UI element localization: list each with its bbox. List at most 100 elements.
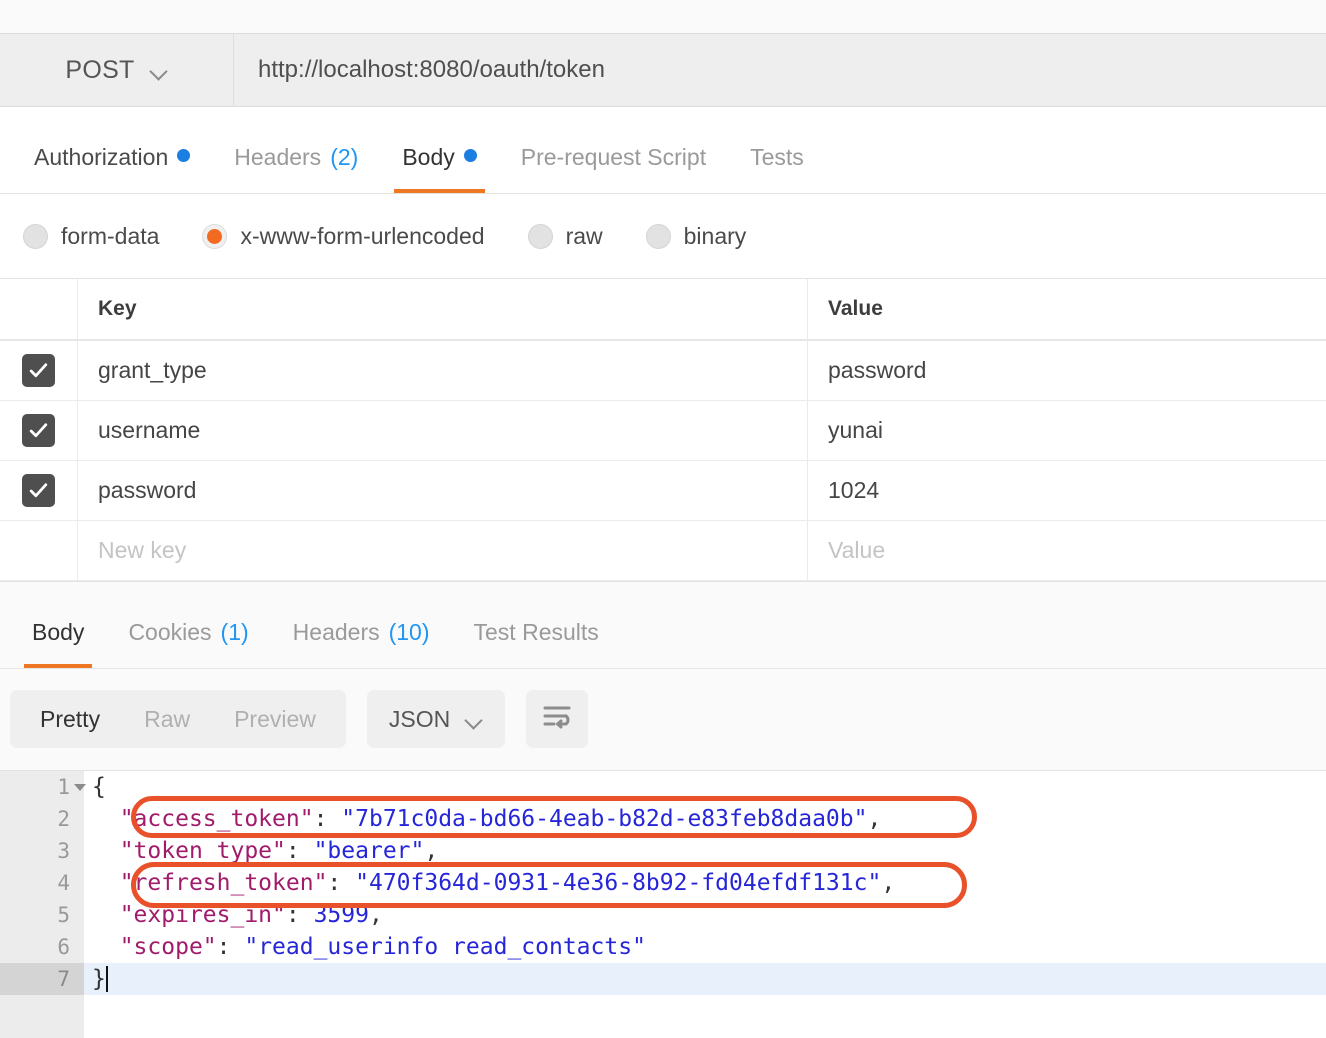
radio-x-www-form-urlencoded[interactable]: x-www-form-urlencoded bbox=[202, 223, 484, 250]
table-header-row: Key Value bbox=[0, 279, 1326, 341]
code-token: : bbox=[286, 902, 314, 928]
response-tab-cookies-label: Cookies bbox=[128, 619, 211, 646]
radio-form-data-label: form-data bbox=[61, 223, 159, 250]
code-token-key: "scope" bbox=[120, 934, 217, 960]
response-tab-headers-label: Headers bbox=[293, 619, 380, 646]
radio-binary[interactable]: binary bbox=[646, 223, 747, 250]
line-number: 5 bbox=[0, 899, 84, 931]
code-token-key: "access_token" bbox=[120, 806, 314, 832]
row-key-input[interactable]: password bbox=[78, 461, 808, 520]
tab-headers[interactable]: Headers (2) bbox=[212, 144, 380, 193]
code-token: : bbox=[327, 870, 355, 896]
body-type-radio-group: form-data x-www-form-urlencoded raw bina… bbox=[0, 194, 1326, 279]
new-key-input[interactable]: New key bbox=[78, 521, 808, 580]
code-token-number: 3599 bbox=[314, 902, 369, 928]
code-token-value: "470f364d-0931-4e36-8b92-fd04efdf131c" bbox=[355, 870, 881, 896]
view-mode-pretty[interactable]: Pretty bbox=[18, 690, 122, 748]
line-number: 2 bbox=[0, 803, 84, 835]
chevron-down-icon bbox=[151, 65, 168, 75]
code-token-value: "bearer" bbox=[314, 838, 425, 864]
word-wrap-icon bbox=[542, 704, 572, 735]
column-header-key: Key bbox=[78, 279, 808, 339]
row-value-input[interactable]: 1024 bbox=[808, 461, 1326, 520]
row-checkbox-cell bbox=[0, 401, 78, 460]
radio-unselected-icon bbox=[23, 224, 48, 249]
code-token: , bbox=[424, 838, 438, 864]
new-value-input[interactable]: Value bbox=[808, 521, 1326, 580]
response-tab-cookies-count: (1) bbox=[221, 619, 249, 646]
tab-pre-request-script[interactable]: Pre-request Script bbox=[499, 144, 728, 193]
http-method-label: POST bbox=[65, 56, 134, 85]
radio-unselected-icon bbox=[646, 224, 671, 249]
tab-pre-request-script-label: Pre-request Script bbox=[521, 144, 706, 171]
view-mode-segmented-control: Pretty Raw Preview bbox=[10, 690, 346, 748]
row-checkbox-checked-icon[interactable] bbox=[22, 474, 55, 507]
request-tabs: Authorization Headers (2) Body Pre-reque… bbox=[0, 107, 1326, 194]
line-number: 3 bbox=[0, 835, 84, 867]
code-token-key: "refresh_token" bbox=[120, 870, 328, 896]
line-number: 4 bbox=[0, 867, 84, 899]
tab-tests-label: Tests bbox=[750, 144, 804, 171]
row-value-input[interactable]: password bbox=[808, 341, 1326, 400]
row-checkbox-cell bbox=[0, 461, 78, 520]
tab-body[interactable]: Body bbox=[380, 144, 498, 193]
table-row: username yunai bbox=[0, 401, 1326, 461]
view-mode-preview[interactable]: Preview bbox=[212, 690, 338, 748]
new-row-checkbox-cell bbox=[0, 521, 78, 580]
chevron-down-icon bbox=[466, 714, 483, 724]
code-token-value: "read_userinfo read_contacts" bbox=[244, 934, 646, 960]
code-line-5: "expires_in": 3599, bbox=[84, 899, 1326, 931]
url-input[interactable]: http://localhost:8080/oauth/token bbox=[234, 34, 1326, 106]
row-value-input[interactable]: yunai bbox=[808, 401, 1326, 460]
code-line-4: "refresh_token": "470f364d-0931-4e36-8b9… bbox=[84, 867, 1326, 899]
response-tab-body[interactable]: Body bbox=[10, 619, 106, 668]
authorization-status-dot-icon bbox=[177, 149, 190, 162]
radio-form-data[interactable]: form-data bbox=[23, 223, 159, 250]
tab-headers-count: (2) bbox=[330, 144, 358, 171]
row-checkbox-checked-icon[interactable] bbox=[22, 354, 55, 387]
tab-headers-label: Headers bbox=[234, 144, 321, 171]
code-token: , bbox=[867, 806, 881, 832]
table-new-row: New key Value bbox=[0, 521, 1326, 581]
row-checkbox-cell bbox=[0, 341, 78, 400]
code-line-3: "token_type": "bearer", bbox=[84, 835, 1326, 867]
word-wrap-button[interactable] bbox=[526, 690, 588, 748]
row-checkbox-checked-icon[interactable] bbox=[22, 414, 55, 447]
body-params-table: Key Value grant_type password username y… bbox=[0, 279, 1326, 581]
response-format-label: JSON bbox=[389, 706, 450, 733]
http-method-selector[interactable]: POST bbox=[0, 34, 234, 106]
request-url-bar: POST http://localhost:8080/oauth/token bbox=[0, 33, 1326, 107]
row-key-input[interactable]: grant_type bbox=[78, 341, 808, 400]
column-header-value: Value bbox=[808, 279, 1326, 339]
editor-code-area[interactable]: { "access_token": "7b71c0da-bd66-4eab-b8… bbox=[84, 771, 1326, 1038]
response-tab-cookies[interactable]: Cookies (1) bbox=[106, 619, 270, 668]
radio-selected-icon bbox=[202, 224, 227, 249]
row-key-input[interactable]: username bbox=[78, 401, 808, 460]
view-mode-raw[interactable]: Raw bbox=[122, 690, 212, 748]
line-number: 6 bbox=[0, 931, 84, 963]
response-tab-body-label: Body bbox=[32, 619, 84, 646]
tab-authorization[interactable]: Authorization bbox=[12, 144, 212, 193]
line-number-active: 7 bbox=[0, 963, 84, 995]
body-status-dot-icon bbox=[464, 149, 477, 162]
code-token: : bbox=[314, 806, 342, 832]
radio-x-www-form-urlencoded-label: x-www-form-urlencoded bbox=[240, 223, 484, 250]
tab-tests[interactable]: Tests bbox=[728, 144, 826, 193]
editor-gutter: 1 2 3 4 5 6 7 bbox=[0, 771, 84, 1038]
response-tab-test-results-label: Test Results bbox=[474, 619, 599, 646]
tab-authorization-label: Authorization bbox=[34, 144, 168, 171]
code-token-value: "7b71c0da-bd66-4eab-b82d-e83feb8daa0b" bbox=[341, 806, 867, 832]
response-tab-test-results[interactable]: Test Results bbox=[452, 619, 621, 668]
response-tab-headers[interactable]: Headers (10) bbox=[271, 619, 452, 668]
code-line-6: "scope": "read_userinfo read_contacts" bbox=[84, 931, 1326, 963]
radio-unselected-icon bbox=[528, 224, 553, 249]
radio-raw[interactable]: raw bbox=[528, 223, 603, 250]
line-number: 1 bbox=[0, 771, 84, 803]
code-token: , bbox=[881, 870, 895, 896]
response-toolbar: Pretty Raw Preview JSON bbox=[0, 669, 1326, 769]
table-row: grant_type password bbox=[0, 341, 1326, 401]
code-token: } bbox=[92, 966, 106, 992]
code-token: { bbox=[92, 774, 106, 800]
response-format-selector[interactable]: JSON bbox=[367, 690, 505, 748]
response-body-editor[interactable]: 1 2 3 4 5 6 7 { "access_token": "7b71c0d… bbox=[0, 770, 1326, 1038]
